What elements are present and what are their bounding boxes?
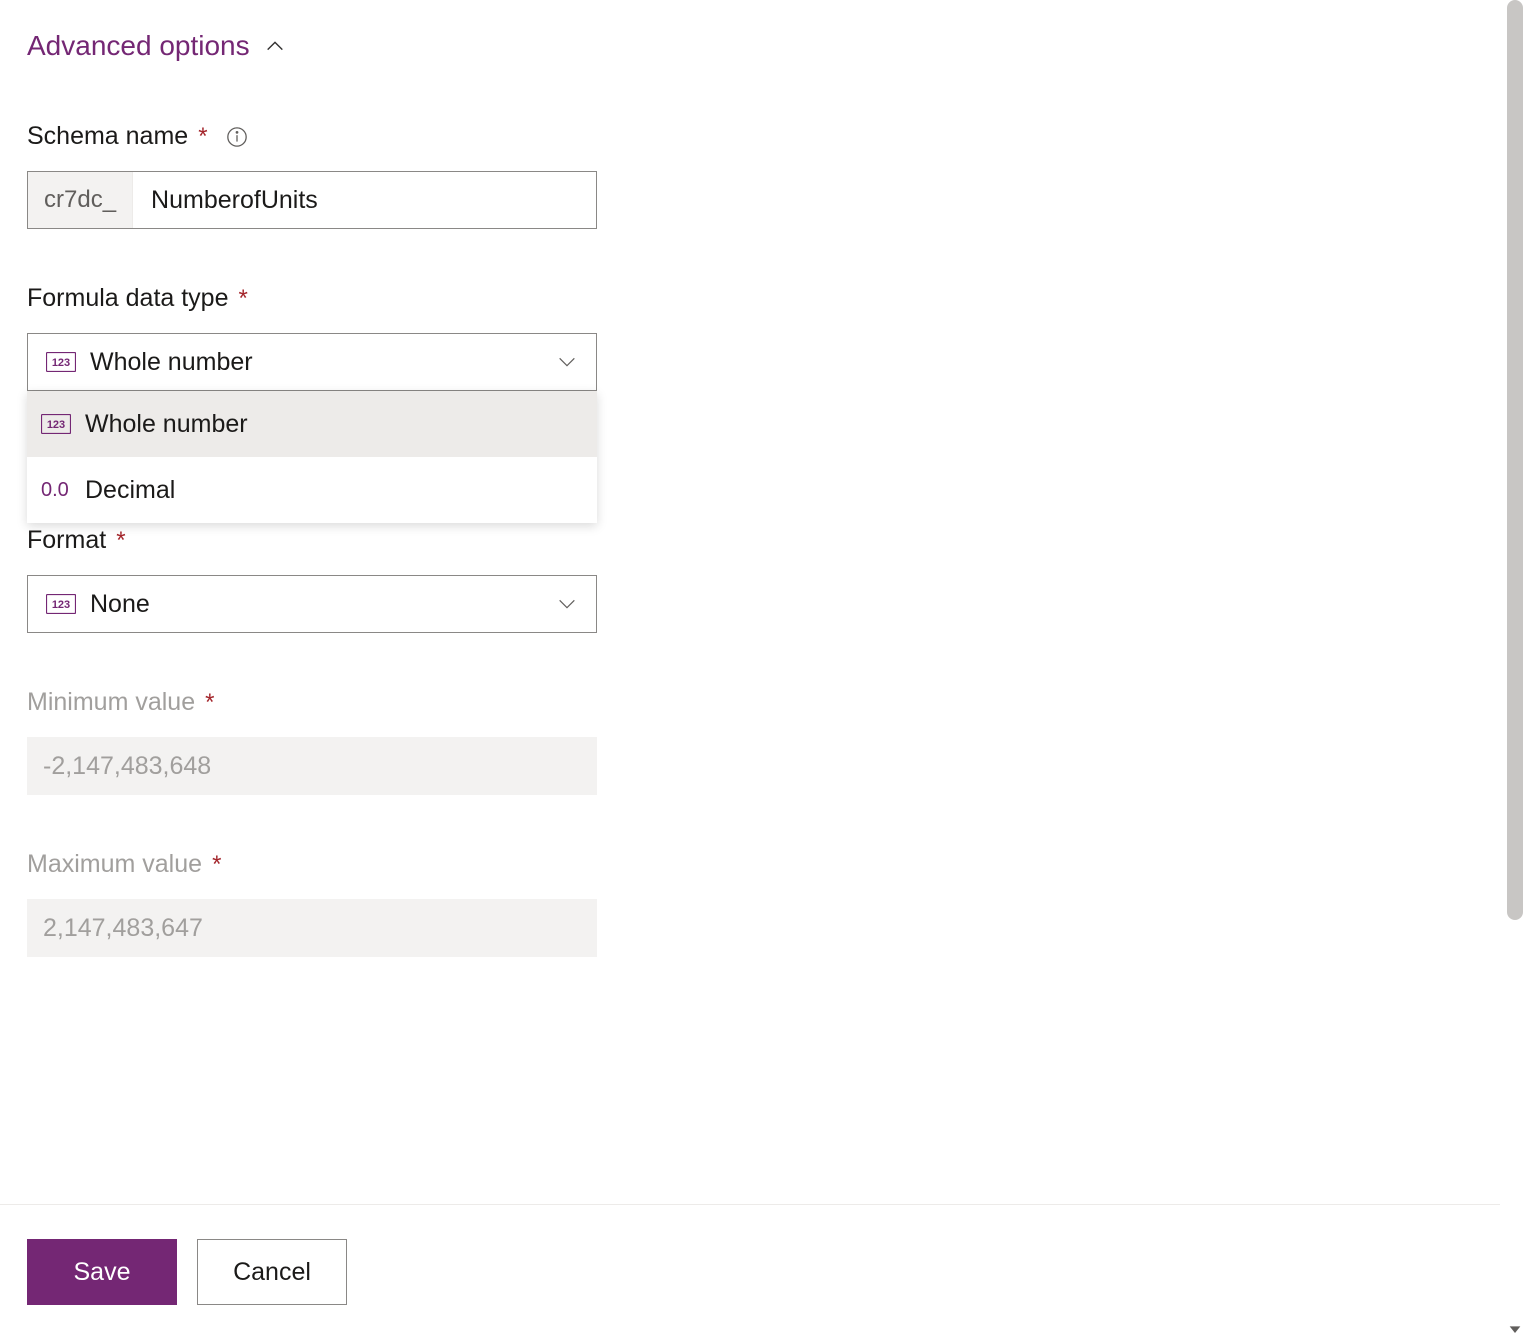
required-asterisk: * xyxy=(116,527,125,555)
scrollbar-down-arrow[interactable] xyxy=(1505,1319,1525,1339)
formula-data-type-selected: Whole number xyxy=(90,348,542,377)
format-field: Format * 123 None xyxy=(27,526,597,633)
svg-text:123: 123 xyxy=(52,357,70,369)
svg-text:123: 123 xyxy=(47,419,65,431)
decimal-icon: 0.0 xyxy=(41,479,71,502)
advanced-options-label: Advanced options xyxy=(27,30,250,62)
dropdown-option-decimal[interactable]: 0.0 Decimal xyxy=(27,457,597,523)
schema-name-label: Schema name * xyxy=(27,122,597,151)
number-123-icon: 123 xyxy=(46,594,76,614)
formula-data-type-select[interactable]: 123 Whole number xyxy=(27,333,597,391)
maximum-value-label-text: Maximum value xyxy=(27,850,202,879)
save-button[interactable]: Save xyxy=(27,1239,177,1305)
formula-data-type-dropdown: 123 Whole number 0.0 Decimal xyxy=(27,391,597,523)
maximum-value-label: Maximum value * xyxy=(27,850,597,879)
minimum-value-label: Minimum value * xyxy=(27,688,597,717)
scrollbar-track[interactable] xyxy=(1504,0,1526,1343)
format-select[interactable]: 123 None xyxy=(27,575,597,633)
minimum-value-field: Minimum value * -2,147,483,648 xyxy=(27,688,597,795)
dropdown-option-label: Decimal xyxy=(85,476,175,505)
footer: Save Cancel xyxy=(0,1204,1500,1343)
chevron-down-icon xyxy=(556,351,578,373)
dropdown-option-whole-number[interactable]: 123 Whole number xyxy=(27,391,597,457)
required-asterisk: * xyxy=(239,285,248,313)
schema-name-field: Schema name * cr7dc_ xyxy=(27,122,597,229)
svg-text:123: 123 xyxy=(52,599,70,611)
format-selected: None xyxy=(90,590,542,619)
formula-data-type-label: Formula data type * xyxy=(27,284,597,313)
schema-name-prefix: cr7dc_ xyxy=(28,172,133,228)
advanced-options-toggle[interactable]: Advanced options xyxy=(27,30,286,62)
maximum-value-input: 2,147,483,647 xyxy=(27,899,597,957)
formula-data-type-field: Formula data type * 123 Whole number xyxy=(27,284,597,391)
number-123-icon: 123 xyxy=(41,414,71,434)
schema-name-input[interactable] xyxy=(133,172,596,228)
info-icon[interactable] xyxy=(226,126,248,148)
maximum-value-field: Maximum value * 2,147,483,647 xyxy=(27,850,597,957)
required-asterisk: * xyxy=(198,123,207,151)
minimum-value-label-text: Minimum value xyxy=(27,688,195,717)
format-label-text: Format xyxy=(27,526,106,555)
required-asterisk: * xyxy=(212,851,221,879)
schema-name-input-wrap: cr7dc_ xyxy=(27,171,597,229)
chevron-down-icon xyxy=(556,593,578,615)
required-asterisk: * xyxy=(205,689,214,717)
dropdown-option-label: Whole number xyxy=(85,410,248,439)
scrollbar-thumb[interactable] xyxy=(1507,0,1523,920)
minimum-value-input: -2,147,483,648 xyxy=(27,737,597,795)
cancel-button[interactable]: Cancel xyxy=(197,1239,347,1305)
schema-name-label-text: Schema name xyxy=(27,122,188,151)
number-123-icon: 123 xyxy=(46,352,76,372)
formula-data-type-label-text: Formula data type xyxy=(27,284,229,313)
chevron-up-icon xyxy=(264,35,286,57)
format-label: Format * xyxy=(27,526,597,555)
